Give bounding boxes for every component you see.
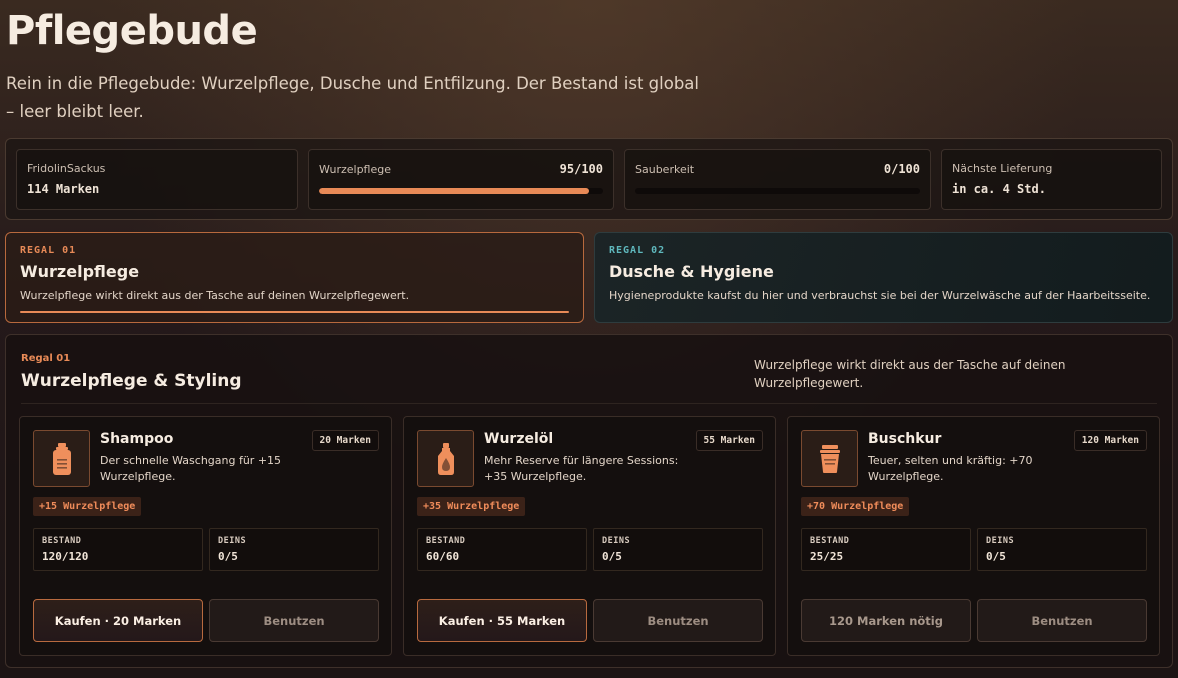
price-badge: 55 Marken <box>695 430 763 451</box>
user-name: FridolinSackus <box>27 162 106 175</box>
stock-value: 120/120 <box>42 550 89 563</box>
use-button[interactable]: Benutzen <box>977 599 1147 642</box>
stock-value: 60/60 <box>426 550 460 563</box>
product-description: Mehr Reserve für längere Sessions: +35 W… <box>484 454 679 483</box>
product-name: Buschkur <box>868 431 942 447</box>
owned-value: 0/5 <box>986 550 1006 563</box>
section-title: Wurzelpflege & Styling <box>21 371 242 391</box>
delivery-stat: Nächste Lieferung in ca. 4 Std. <box>941 149 1162 210</box>
product-card-buschkur: Buschkur 120 Marken Teuer, selten und kr… <box>787 416 1160 656</box>
section-divider <box>21 403 1157 404</box>
wurzelpflege-progress-bar <box>319 188 603 194</box>
buy-button[interactable]: Kaufen · 20 Marken <box>33 599 203 642</box>
oil-bottle-icon <box>437 442 454 475</box>
price-badge: 120 Marken <box>1073 430 1147 451</box>
use-button[interactable]: Benutzen <box>209 599 379 642</box>
owned-box: DEINS 0/5 <box>209 528 379 571</box>
sauberkeit-stat: Sauberkeit 0/100 <box>624 149 931 210</box>
tab-code: REGAL 02 <box>609 245 666 256</box>
product-icon-box <box>417 430 474 487</box>
effect-badge: +35 Wurzelpflege <box>417 497 526 516</box>
stock-value: 25/25 <box>810 550 844 563</box>
delivery-value: in ca. 4 Std. <box>952 182 1046 196</box>
owned-label: DEINS <box>218 536 247 546</box>
owned-label: DEINS <box>602 536 631 546</box>
tab-code: REGAL 01 <box>20 245 77 256</box>
product-card-wurzeloel: Wurzelöl 55 Marken Mehr Reserve für läng… <box>403 416 776 656</box>
page-subtitle: Rein in die Pflegebude: Wurzelpflege, Du… <box>6 74 699 121</box>
balance-stat: FridolinSackus 114 Marken <box>16 149 298 210</box>
tab-regal-01[interactable]: REGAL 01 Wurzelpflege Wurzelpflege wirkt… <box>5 232 584 323</box>
tab-description: Wurzelpflege wirkt direkt aus der Tasche… <box>20 289 410 302</box>
buy-button[interactable]: Kaufen · 55 Marken <box>417 599 587 642</box>
tab-regal-02[interactable]: REGAL 02 Dusche & Hygiene Hygieneprodukt… <box>594 232 1173 323</box>
stock-box: BESTAND 120/120 <box>33 528 203 571</box>
stock-box: BESTAND 25/25 <box>801 528 971 571</box>
use-button[interactable]: Benutzen <box>593 599 763 642</box>
tab-title: Wurzelpflege <box>20 262 140 281</box>
shampoo-bottle-icon <box>52 442 71 475</box>
product-name: Wurzelöl <box>484 431 554 447</box>
price-badge: 20 Marken <box>311 430 379 451</box>
sauberkeit-label: Sauberkeit <box>635 163 695 176</box>
effect-badge: +70 Wurzelpflege <box>801 497 910 516</box>
stock-label: BESTAND <box>42 536 82 546</box>
balance-value: 114 Marken <box>27 182 100 196</box>
product-name: Shampoo <box>100 431 174 447</box>
owned-label: DEINS <box>986 536 1015 546</box>
stock-label: BESTAND <box>426 536 466 546</box>
stock-label: BESTAND <box>810 536 850 546</box>
owned-value: 0/5 <box>602 550 622 563</box>
owned-box: DEINS 0/5 <box>593 528 763 571</box>
tab-description: Hygieneprodukte kaufst du hier und verbr… <box>609 289 1151 302</box>
tab-title: Dusche & Hygiene <box>609 262 774 281</box>
sauberkeit-progress-bar <box>635 188 920 194</box>
product-description: Teuer, selten und kräftig: +70 Wurzelpfl… <box>868 454 1033 483</box>
product-card-shampoo: Shampoo 20 Marken Der schnelle Waschgang… <box>19 416 392 656</box>
delivery-label: Nächste Lieferung <box>952 162 1053 175</box>
section-description: Wurzelpflege wirkt direkt aus der Tasche… <box>754 358 1066 390</box>
page: Pflegebude Rein in die Pflegebude: Wurze… <box>0 0 1178 678</box>
wurzelpflege-progress-fill <box>319 188 589 194</box>
wurzelpflege-label: Wurzelpflege <box>319 163 392 176</box>
stats-bar: FridolinSackus 114 Marken Wurzelpflege 9… <box>5 138 1173 220</box>
product-description: Der schnelle Waschgang für +15 Wurzelpfl… <box>100 454 282 483</box>
stock-box: BESTAND 60/60 <box>417 528 587 571</box>
owned-box: DEINS 0/5 <box>977 528 1147 571</box>
sauberkeit-value: 0/100 <box>883 162 920 176</box>
product-icon-box <box>801 430 858 487</box>
section-code: Regal 01 <box>21 353 71 364</box>
owned-value: 0/5 <box>218 550 238 563</box>
jar-icon <box>819 444 840 473</box>
page-title: Pflegebude <box>6 8 258 54</box>
shelf-section: Regal 01 Wurzelpflege & Styling Wurzelpf… <box>5 334 1173 668</box>
product-icon-box <box>33 430 90 487</box>
buy-button-disabled[interactable]: 120 Marken nötig <box>801 599 971 642</box>
wurzelpflege-value: 95/100 <box>559 162 603 176</box>
active-tab-indicator <box>20 311 569 313</box>
effect-badge: +15 Wurzelpflege <box>33 497 142 516</box>
wurzelpflege-stat: Wurzelpflege 95/100 <box>308 149 614 210</box>
